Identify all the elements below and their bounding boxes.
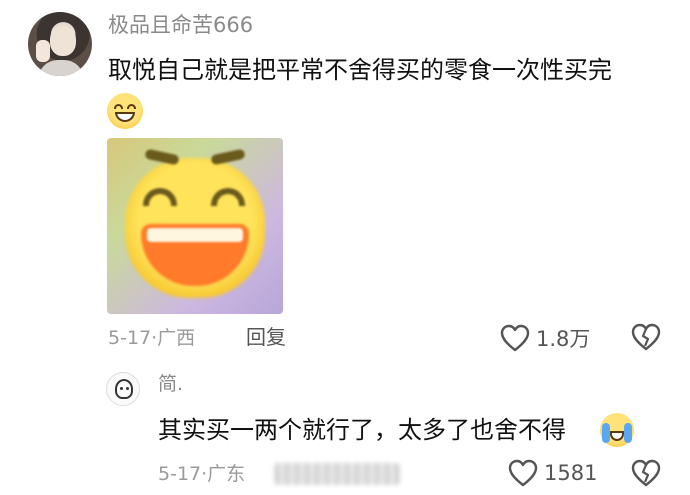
reply-date: 5-17 [158, 463, 202, 485]
commenter-avatar[interactable] [28, 12, 92, 76]
emoji-eye-left [114, 104, 123, 109]
avatar-sketch-face [115, 379, 133, 399]
avatar-face [50, 26, 76, 56]
sticker-teeth [147, 228, 243, 242]
reply-button[interactable]: 回复 [246, 324, 286, 350]
avatar-hand [36, 40, 50, 62]
broken-heart-icon[interactable] [631, 458, 661, 488]
comment-like-button[interactable]: 1.8万 [500, 323, 590, 353]
broken-heart-icon[interactable] [631, 322, 661, 352]
crying-face-emoji-icon [600, 413, 634, 447]
emoji-tear-right [624, 423, 632, 443]
emoji-mouth [610, 431, 624, 441]
sticker-brow-right [210, 148, 246, 166]
laughing-face-sticker-image[interactable] [107, 138, 283, 314]
reply-location: 广东 [207, 463, 246, 485]
reply-username[interactable]: 简. [158, 372, 183, 396]
comment-date: 5-17 [108, 327, 152, 349]
commenter-username[interactable]: 极品且命苦666 [108, 12, 253, 38]
reply-meta: 5-17·广东 [158, 462, 245, 486]
reply-like-count: 1581 [544, 461, 598, 485]
blurred-reply-action [274, 463, 400, 485]
comment-location: 广西 [157, 327, 196, 349]
reply-text: 其实买一两个就行了，太多了也舍不得 [158, 416, 566, 444]
reply-avatar[interactable] [106, 372, 140, 406]
reply-like-button[interactable]: 1581 [508, 459, 597, 487]
heart-outline-icon [500, 324, 530, 352]
avatar-shirt [38, 60, 84, 76]
comment-like-count: 1.8万 [536, 327, 591, 351]
emoji-eye-right [127, 104, 136, 109]
grinning-sweat-emoji-icon [107, 93, 143, 129]
comment-text: 取悦自己就是把平常不舍得买的零食一次性买完 [108, 56, 612, 84]
comment-meta: 5-17·广西 [108, 326, 195, 350]
emoji-mouth [115, 112, 135, 122]
emoji-tear-left [602, 423, 610, 443]
heart-outline-icon [508, 459, 538, 487]
